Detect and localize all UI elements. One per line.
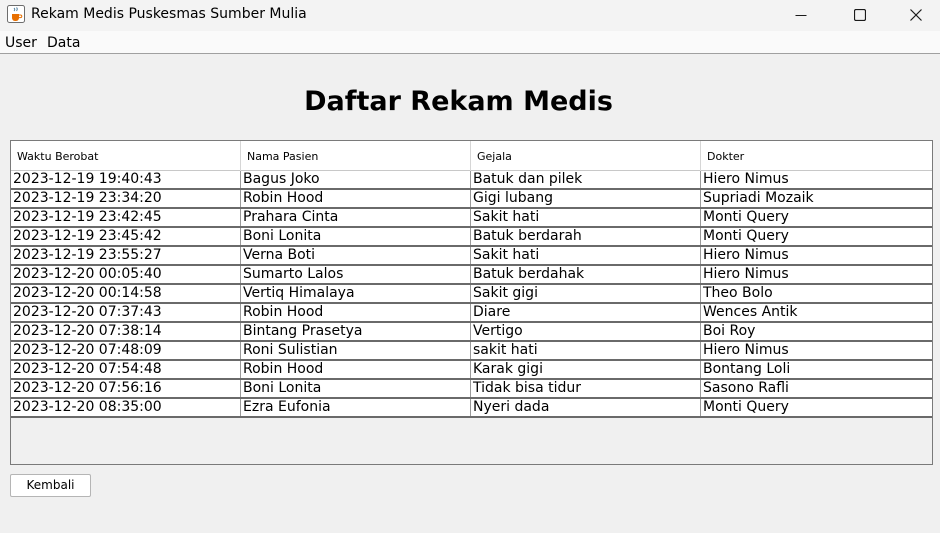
- cell-gejala[interactable]: Gigi lubang: [471, 190, 701, 207]
- cell-waktu-berobat[interactable]: 2023-12-19 23:42:45: [11, 209, 241, 226]
- cell-waktu-berobat[interactable]: 2023-12-19 23:55:27: [11, 247, 241, 264]
- cell-gejala[interactable]: Karak gigi: [471, 361, 701, 378]
- minimize-icon: [795, 6, 807, 25]
- cell-nama-pasien[interactable]: Robin Hood: [241, 190, 471, 207]
- cell-gejala[interactable]: Sakit hati: [471, 247, 701, 264]
- cell-dokter[interactable]: Boi Roy: [701, 323, 932, 340]
- menu-user[interactable]: User: [5, 35, 37, 51]
- cell-nama-pasien[interactable]: Roni Sulistian: [241, 342, 471, 359]
- page-title: Daftar Rekam Medis: [304, 86, 613, 117]
- cell-waktu-berobat[interactable]: 2023-12-19 19:40:43: [11, 171, 241, 188]
- cell-nama-pasien[interactable]: Sumarto Lalos: [241, 266, 471, 283]
- column-header-waktu-berobat[interactable]: Waktu Berobat: [11, 141, 241, 171]
- cell-gejala[interactable]: Vertigo: [471, 323, 701, 340]
- minimize-button[interactable]: [778, 0, 824, 31]
- close-button[interactable]: [893, 0, 939, 31]
- cell-gejala[interactable]: Nyeri dada: [471, 399, 701, 416]
- cell-waktu-berobat[interactable]: 2023-12-20 07:48:09: [11, 342, 241, 359]
- table-row[interactable]: 2023-12-20 07:38:14 Bintang Prasetya Verti…: [11, 323, 932, 342]
- table-row[interactable]: 2023-12-19 23:45:42 Boni Lonita Batuk berd…: [11, 228, 932, 247]
- cell-dokter[interactable]: Monti Query: [701, 209, 932, 226]
- cell-nama-pasien[interactable]: Boni Lonita: [241, 228, 471, 245]
- cell-nama-pasien[interactable]: Bintang Prasetya: [241, 323, 471, 340]
- cell-gejala[interactable]: Batuk dan pilek: [471, 171, 701, 188]
- table-row[interactable]: 2023-12-20 00:14:58 Vertiq Himalaya Sakit …: [11, 285, 932, 304]
- cell-gejala[interactable]: Batuk berdahak: [471, 266, 701, 283]
- menu-bar: User Data: [0, 31, 940, 54]
- cell-dokter[interactable]: Wences Antik: [701, 304, 932, 321]
- cell-waktu-berobat[interactable]: 2023-12-20 07:38:14: [11, 323, 241, 340]
- cell-nama-pasien[interactable]: Bagus Joko: [241, 171, 471, 188]
- cell-waktu-berobat[interactable]: 2023-12-20 07:56:16: [11, 380, 241, 397]
- cell-nama-pasien[interactable]: Vertiq Himalaya: [241, 285, 471, 302]
- cell-gejala[interactable]: Batuk berdarah: [471, 228, 701, 245]
- cell-waktu-berobat[interactable]: 2023-12-19 23:45:42: [11, 228, 241, 245]
- cell-waktu-berobat[interactable]: 2023-12-20 08:35:00: [11, 399, 241, 416]
- table-row[interactable]: 2023-12-20 00:05:40 Sumarto Lalos Batuk be…: [11, 266, 932, 285]
- cell-dokter[interactable]: Hiero Nimus: [701, 171, 932, 188]
- table-row[interactable]: 2023-12-19 23:34:20 Robin Hood Gigi lubang…: [11, 190, 932, 209]
- medical-records-table[interactable]: Waktu Berobat Nama Pasien Gejala Dokter …: [10, 140, 933, 465]
- cell-dokter[interactable]: Hiero Nimus: [701, 247, 932, 264]
- cell-waktu-berobat[interactable]: 2023-12-20 07:37:43: [11, 304, 241, 321]
- cell-nama-pasien[interactable]: Prahara Cinta: [241, 209, 471, 226]
- menu-data[interactable]: Data: [47, 35, 80, 51]
- cell-dokter[interactable]: Hiero Nimus: [701, 266, 932, 283]
- cell-gejala[interactable]: Sakit gigi: [471, 285, 701, 302]
- column-header-nama-pasien[interactable]: Nama Pasien: [241, 141, 471, 171]
- maximize-button[interactable]: [837, 0, 883, 31]
- cell-waktu-berobat[interactable]: 2023-12-20 07:54:48: [11, 361, 241, 378]
- cell-dokter[interactable]: Sasono Rafli: [701, 380, 932, 397]
- cell-dokter[interactable]: Monti Query: [701, 399, 932, 416]
- table-header: Waktu Berobat Nama Pasien Gejala Dokter: [11, 141, 932, 171]
- cell-waktu-berobat[interactable]: 2023-12-20 00:14:58: [11, 285, 241, 302]
- table-row[interactable]: 2023-12-20 07:48:09 Roni Sulistian sakit h…: [11, 342, 932, 361]
- cell-gejala[interactable]: Diare: [471, 304, 701, 321]
- table-row[interactable]: 2023-12-19 23:55:27 Verna Boti Sakit hati H…: [11, 247, 932, 266]
- cell-nama-pasien[interactable]: Verna Boti: [241, 247, 471, 264]
- table-row[interactable]: 2023-12-19 19:40:43 Bagus Joko Batuk dan p…: [11, 171, 932, 190]
- cell-dokter[interactable]: Hiero Nimus: [701, 342, 932, 359]
- table-row[interactable]: 2023-12-19 23:42:45 Prahara Cinta Sakit ha…: [11, 209, 932, 228]
- back-button[interactable]: Kembali: [10, 474, 91, 497]
- table-row[interactable]: 2023-12-20 07:37:43 Robin Hood Diare Wences…: [11, 304, 932, 323]
- cell-dokter[interactable]: Monti Query: [701, 228, 932, 245]
- cell-waktu-berobat[interactable]: 2023-12-20 00:05:40: [11, 266, 241, 283]
- column-header-dokter[interactable]: Dokter: [701, 141, 932, 171]
- cell-gejala[interactable]: Sakit hati: [471, 209, 701, 226]
- maximize-icon: [853, 6, 867, 25]
- cell-gejala[interactable]: Tidak bisa tidur: [471, 380, 701, 397]
- cell-dokter[interactable]: Supriadi Mozaik: [701, 190, 932, 207]
- cell-nama-pasien[interactable]: Robin Hood: [241, 304, 471, 321]
- table-row[interactable]: 2023-12-20 07:54:48 Robin Hood Karak gigi B…: [11, 361, 932, 380]
- cell-waktu-berobat[interactable]: 2023-12-19 23:34:20: [11, 190, 241, 207]
- cell-nama-pasien[interactable]: Boni Lonita: [241, 380, 471, 397]
- window-title: Rekam Medis Puskesmas Sumber Mulia: [31, 6, 307, 22]
- cell-gejala[interactable]: sakit hati: [471, 342, 701, 359]
- table-row[interactable]: 2023-12-20 07:56:16 Boni Lonita Tidak bisa…: [11, 380, 932, 399]
- title-bar[interactable]: Rekam Medis Puskesmas Sumber Mulia: [0, 0, 940, 31]
- column-header-gejala[interactable]: Gejala: [471, 141, 701, 171]
- close-icon: [910, 6, 922, 25]
- cell-dokter[interactable]: Theo Bolo: [701, 285, 932, 302]
- cell-dokter[interactable]: Bontang Loli: [701, 361, 932, 378]
- cell-nama-pasien[interactable]: Robin Hood: [241, 361, 471, 378]
- cell-nama-pasien[interactable]: Ezra Eufonia: [241, 399, 471, 416]
- table-row[interactable]: 2023-12-20 08:35:00 Ezra Eufonia Nyeri dad…: [11, 399, 932, 418]
- java-cup-icon: [7, 5, 25, 23]
